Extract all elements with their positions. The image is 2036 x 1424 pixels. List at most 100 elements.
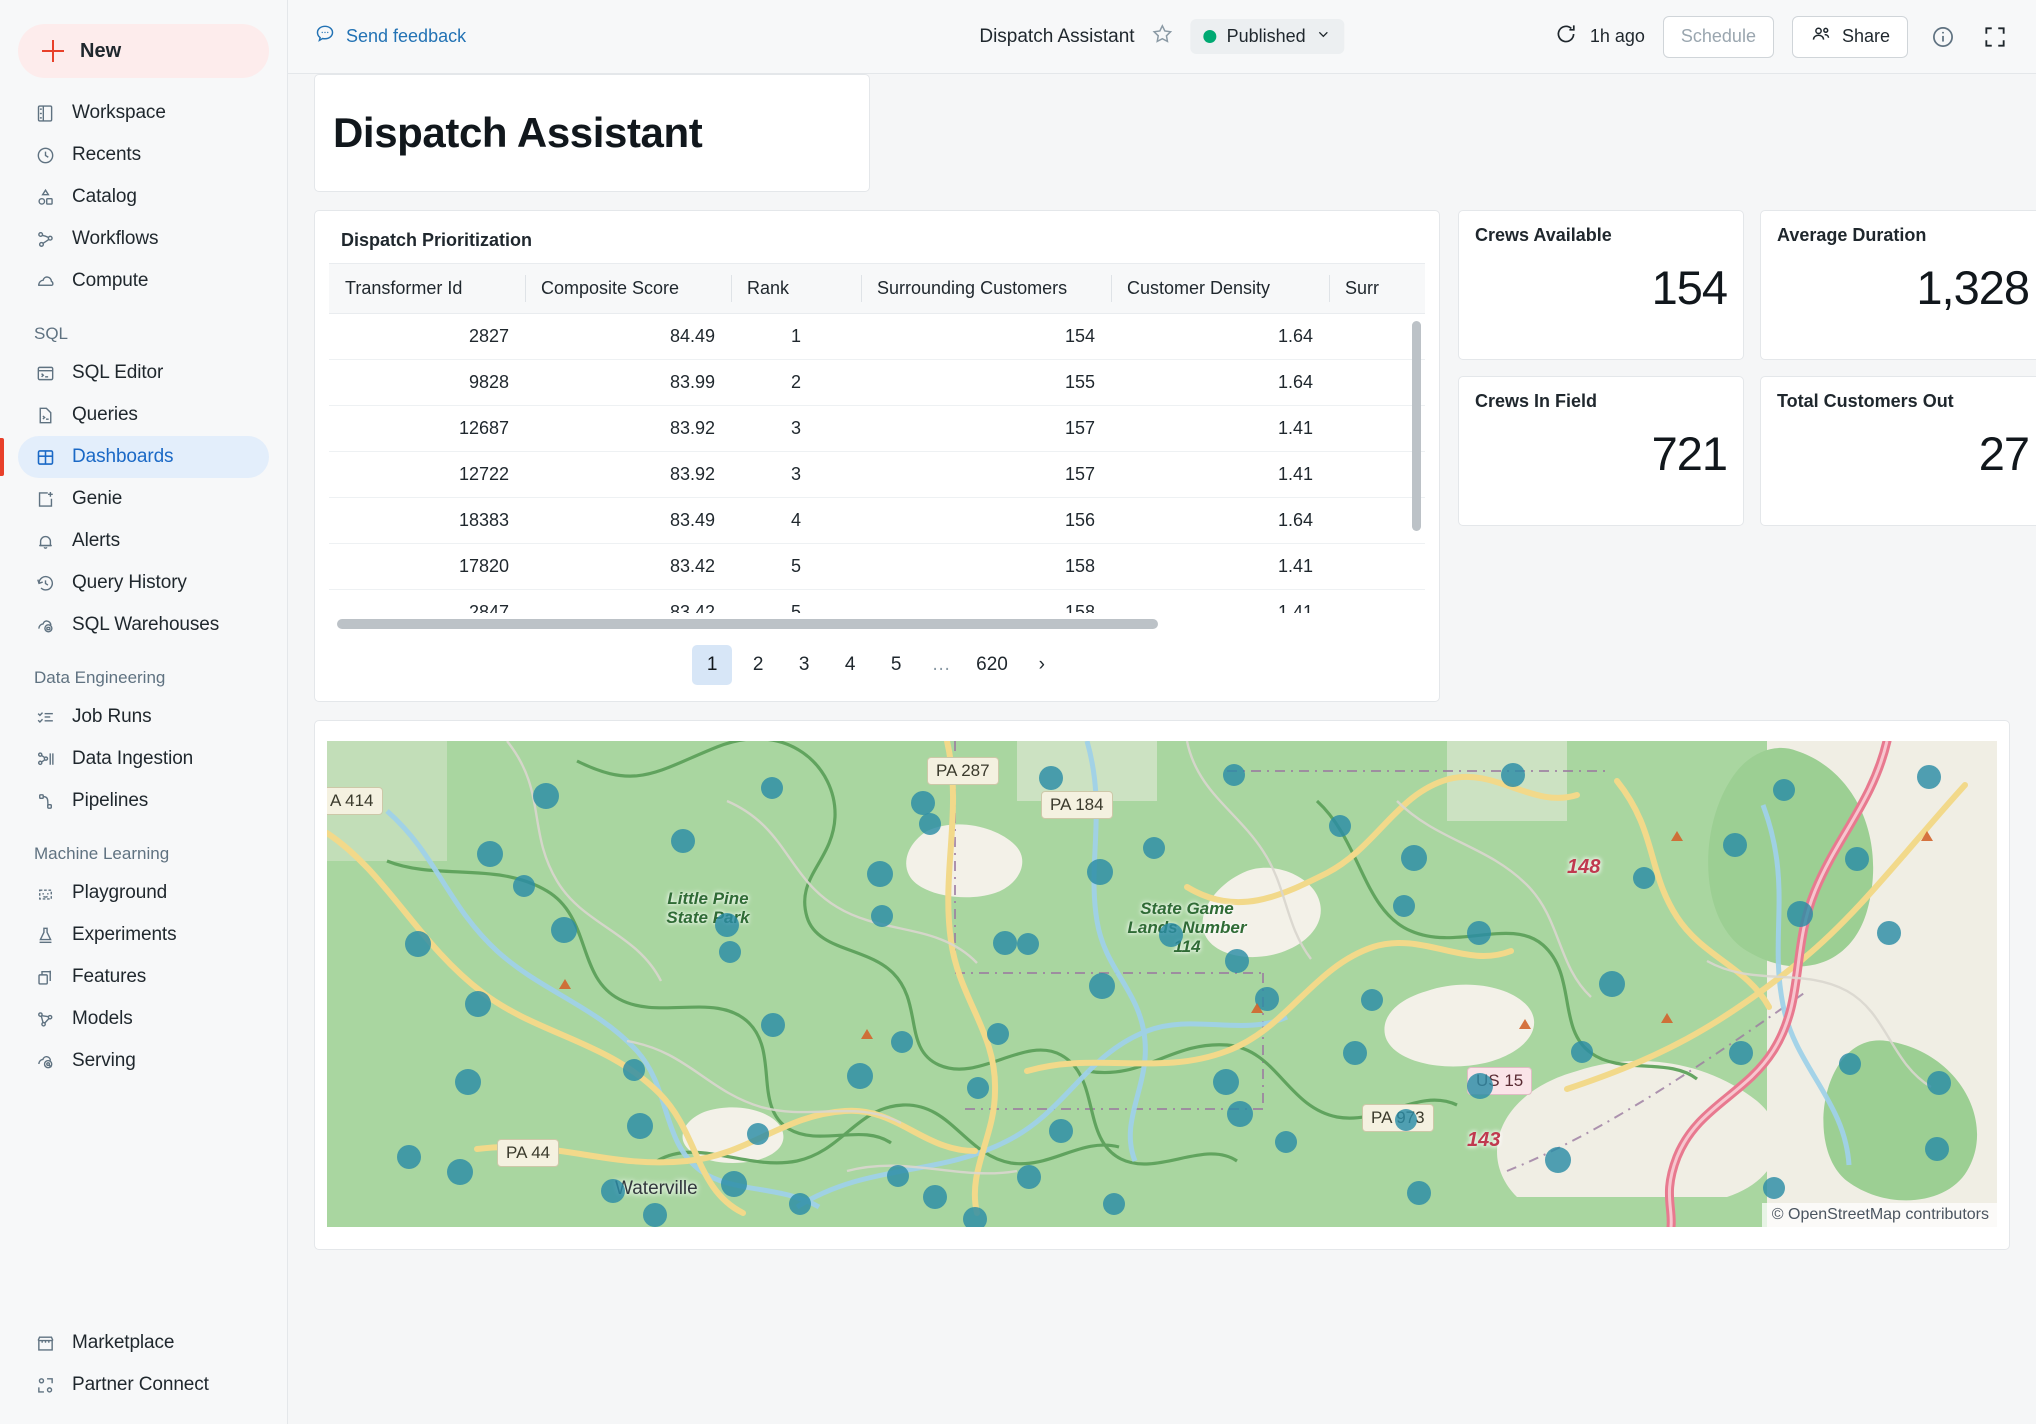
sidebar-item-pipelines[interactable]: Pipelines (18, 780, 269, 822)
page-button-5[interactable]: 5 (876, 645, 916, 685)
outage-marker[interactable] (477, 841, 503, 867)
share-button[interactable]: Share (1791, 15, 1908, 58)
publish-status-dropdown[interactable]: Published (1190, 19, 1345, 54)
outage-marker[interactable] (1159, 923, 1183, 947)
outage-marker[interactable] (397, 1145, 421, 1169)
page-button-2[interactable]: 2 (738, 645, 778, 685)
outage-marker[interactable] (1773, 779, 1795, 801)
outage-marker[interactable] (1227, 1101, 1253, 1127)
outage-marker[interactable] (447, 1159, 473, 1185)
table-row[interactable]: 12722 83.92 3 157 1.41 (329, 451, 1425, 498)
outage-marker[interactable] (1087, 859, 1113, 885)
outage-marker[interactable] (963, 1207, 987, 1227)
sidebar-item-data-ingestion[interactable]: Data Ingestion (18, 738, 269, 780)
outage-marker[interactable] (1845, 847, 1869, 871)
column-header-rank[interactable]: Rank (731, 263, 861, 314)
outage-marker[interactable] (1401, 845, 1427, 871)
outage-marker[interactable] (405, 931, 431, 957)
outage-marker[interactable] (1877, 921, 1901, 945)
sidebar-item-workflows[interactable]: Workflows (18, 218, 269, 260)
outage-marker[interactable] (671, 829, 695, 853)
outage-marker[interactable] (1787, 901, 1813, 927)
sidebar-item-query-history[interactable]: Query History (18, 562, 269, 604)
outage-marker[interactable] (1729, 1041, 1753, 1065)
outage-marker[interactable] (1599, 971, 1625, 997)
outage-marker[interactable] (1467, 1073, 1493, 1099)
scrollbar-thumb[interactable] (337, 619, 1158, 629)
table-vertical-scrollbar[interactable] (1412, 321, 1421, 531)
sidebar-item-dashboards[interactable]: Dashboards (0, 436, 269, 478)
sidebar-item-recents[interactable]: Recents (18, 134, 269, 176)
outage-marker[interactable] (761, 777, 783, 799)
send-feedback-button[interactable]: Send feedback (314, 23, 466, 50)
outage-marker[interactable] (1343, 1041, 1367, 1065)
sidebar-item-marketplace[interactable]: Marketplace (18, 1322, 269, 1364)
sidebar-item-catalog[interactable]: Catalog (18, 176, 269, 218)
sidebar-item-partner-connect[interactable]: Partner Connect (18, 1364, 269, 1406)
column-header-surr-truncated[interactable]: Surr (1329, 263, 1425, 314)
outage-marker[interactable] (1089, 973, 1115, 999)
outage-marker[interactable] (601, 1179, 625, 1203)
outage-marker[interactable] (987, 1023, 1009, 1045)
table-scroll-region[interactable]: Transformer Id Composite Score Rank Surr… (329, 263, 1425, 613)
sidebar-item-experiments[interactable]: Experiments (18, 914, 269, 956)
sidebar-item-sql-warehouses[interactable]: SQL Warehouses (18, 604, 269, 646)
table-row[interactable]: 18383 83.49 4 156 1.64 (329, 497, 1425, 544)
outage-marker[interactable] (1501, 763, 1525, 787)
outage-marker[interactable] (1571, 1041, 1593, 1063)
outage-marker[interactable] (761, 1013, 785, 1037)
outage-marker[interactable] (1467, 921, 1491, 945)
outage-marker[interactable] (551, 917, 577, 943)
outage-marker[interactable] (623, 1059, 645, 1081)
column-header-customer-density[interactable]: Customer Density (1111, 263, 1329, 314)
outage-marker[interactable] (923, 1185, 947, 1209)
fullscreen-button[interactable] (1978, 20, 2012, 54)
page-next-button[interactable]: › (1022, 645, 1062, 685)
page-button-last[interactable]: 620 (968, 645, 1016, 685)
refresh-button[interactable]: 1h ago (1554, 22, 1645, 51)
outage-marker[interactable] (1329, 815, 1351, 837)
outage-marker[interactable] (1925, 1137, 1949, 1161)
outage-marker[interactable] (1395, 1109, 1417, 1131)
outage-marker[interactable] (789, 1193, 811, 1215)
outage-marker[interactable] (1039, 766, 1063, 790)
schedule-button[interactable]: Schedule (1662, 15, 1774, 58)
outage-marker[interactable] (919, 813, 941, 835)
outage-marker[interactable] (911, 791, 935, 815)
outage-marker[interactable] (719, 941, 741, 963)
outage-marker[interactable] (1223, 764, 1245, 786)
outage-marker[interactable] (1633, 867, 1655, 889)
outage-marker[interactable] (533, 783, 559, 809)
column-header-composite-score[interactable]: Composite Score (525, 263, 731, 314)
sidebar-item-sql-editor[interactable]: SQL Editor (18, 352, 269, 394)
sidebar-item-playground[interactable]: Playground (18, 872, 269, 914)
outage-marker[interactable] (1143, 837, 1165, 859)
table-row[interactable]: 12687 83.92 3 157 1.41 (329, 405, 1425, 452)
outage-marker[interactable] (1917, 765, 1941, 789)
sidebar-item-job-runs[interactable]: Job Runs (18, 696, 269, 738)
column-header-surrounding-customers[interactable]: Surrounding Customers (861, 263, 1111, 314)
column-header-transformer-id[interactable]: Transformer Id (329, 263, 525, 314)
outage-marker[interactable] (1213, 1069, 1239, 1095)
sidebar-item-workspace[interactable]: Workspace (18, 92, 269, 134)
outage-marker[interactable] (1103, 1193, 1125, 1215)
outage-marker[interactable] (1839, 1053, 1861, 1075)
favorite-star-icon[interactable] (1151, 22, 1175, 51)
page-button-4[interactable]: 4 (830, 645, 870, 685)
outage-marker[interactable] (1393, 895, 1415, 917)
outage-marker[interactable] (1927, 1071, 1951, 1095)
outage-marker[interactable] (1049, 1119, 1073, 1143)
outage-marker[interactable] (627, 1113, 653, 1139)
outage-marker[interactable] (847, 1063, 873, 1089)
outage-marker[interactable] (993, 931, 1017, 955)
table-row[interactable]: 17820 83.42 5 158 1.41 (329, 543, 1425, 590)
outage-marker[interactable] (643, 1203, 667, 1227)
outage-marker[interactable] (715, 913, 739, 937)
outage-marker[interactable] (1017, 933, 1039, 955)
outage-marker[interactable] (871, 905, 893, 927)
sidebar-item-genie[interactable]: Genie (18, 478, 269, 520)
table-row[interactable]: 2827 84.49 1 154 1.64 (329, 313, 1425, 360)
table-row[interactable]: 9828 83.99 2 155 1.64 (329, 359, 1425, 406)
outage-marker[interactable] (1225, 949, 1249, 973)
info-button[interactable] (1926, 20, 1960, 54)
